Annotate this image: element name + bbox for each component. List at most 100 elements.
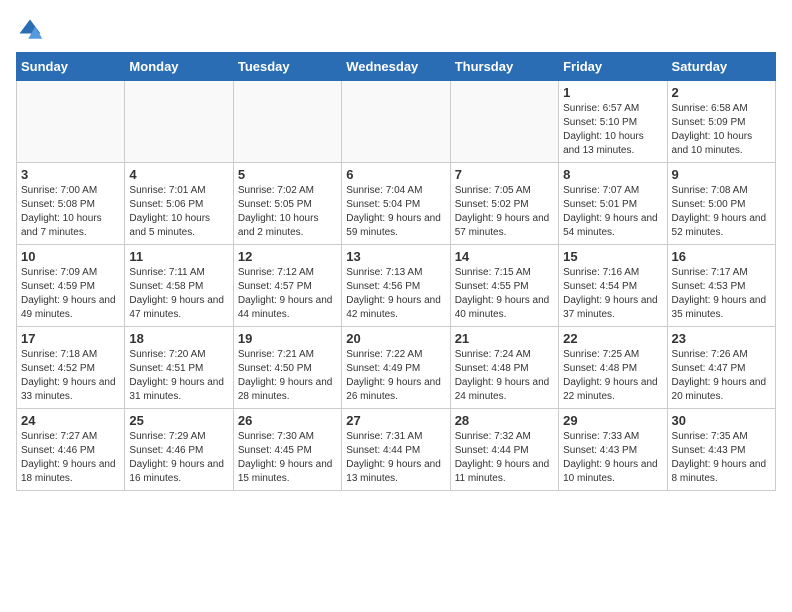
day-info: Sunrise: 7:24 AM Sunset: 4:48 PM Dayligh… — [455, 348, 554, 404]
day-info: Sunrise: 7:26 AM Sunset: 4:47 PM Dayligh… — [672, 348, 771, 404]
day-number: 8 — [563, 167, 662, 182]
day-info: Sunrise: 7:07 AM Sunset: 5:01 PM Dayligh… — [563, 184, 662, 240]
day-info: Sunrise: 7:04 AM Sunset: 5:04 PM Dayligh… — [346, 184, 445, 240]
day-info: Sunrise: 7:33 AM Sunset: 4:43 PM Dayligh… — [563, 430, 662, 486]
calendar-cell: 12Sunrise: 7:12 AM Sunset: 4:57 PM Dayli… — [233, 245, 341, 327]
calendar-cell: 19 Sunrise: 7:21 AM Sunset: 4:50 PM Dayli… — [233, 327, 341, 409]
calendar-cell: 29 Sunrise: 7:33 AM Sunset: 4:43 PM Dayli… — [559, 409, 667, 491]
day-info: Sunrise: 7:20 AM Sunset: 4:51 PM Dayligh… — [129, 348, 228, 404]
day-number: 2 — [672, 85, 771, 100]
day-info: Sunrise: 7:17 AM Sunset: 4:53 PM Dayligh… — [672, 266, 771, 322]
day-info: Sunrise: 7:09 AM Sunset: 4:59 PM Dayligh… — [21, 266, 120, 322]
day-info: Sunrise: 6:57 AM Sunset: 5:10 PM Dayligh… — [563, 102, 662, 158]
day-number: 30 — [672, 413, 771, 428]
day-info: Sunrise: 7:05 AM Sunset: 5:02 PM Dayligh… — [455, 184, 554, 240]
calendar-cell — [450, 81, 558, 163]
day-number: 14 — [455, 249, 554, 264]
calendar-week-3: 10 Sunrise: 7:09 AM Sunset: 4:59 PM Dayli… — [17, 245, 776, 327]
calendar-cell: 28 Sunrise: 7:32 AM Sunset: 4:44 PM Dayli… — [450, 409, 558, 491]
day-info: Sunrise: 6:58 AM Sunset: 5:09 PM Dayligh… — [672, 102, 771, 158]
day-info: Sunrise: 7:30 AM Sunset: 4:45 PM Dayligh… — [238, 430, 337, 486]
day-info: Sunrise: 7:27 AM Sunset: 4:46 PM Dayligh… — [21, 430, 120, 486]
calendar-cell: 17 Sunrise: 7:18 AM Sunset: 4:52 PM Dayli… — [17, 327, 125, 409]
calendar-week-1: 1 Sunrise: 6:57 AM Sunset: 5:10 PM Daylig… — [17, 81, 776, 163]
calendar-cell — [125, 81, 233, 163]
day-number: 9 — [672, 167, 771, 182]
calendar-cell: 7 Sunrise: 7:05 AM Sunset: 5:02 PM Daylig… — [450, 163, 558, 245]
day-number: 19 — [238, 331, 337, 346]
day-info: Sunrise: 7:15 AM Sunset: 4:55 PM Dayligh… — [455, 266, 554, 322]
calendar-cell: 6Sunrise: 7:04 AM Sunset: 5:04 PM Daylig… — [342, 163, 450, 245]
logo — [16, 16, 48, 44]
day-info: Sunrise: 7:13 AM Sunset: 4:56 PM Dayligh… — [346, 266, 445, 322]
logo-icon — [16, 16, 44, 44]
day-info: Sunrise: 7:18 AM Sunset: 4:52 PM Dayligh… — [21, 348, 120, 404]
calendar-cell: 24 Sunrise: 7:27 AM Sunset: 4:46 PM Dayli… — [17, 409, 125, 491]
calendar-cell: 10 Sunrise: 7:09 AM Sunset: 4:59 PM Dayli… — [17, 245, 125, 327]
col-header-wednesday: Wednesday — [342, 53, 450, 81]
day-number: 5 — [238, 167, 337, 182]
col-header-sunday: Sunday — [17, 53, 125, 81]
day-number: 23 — [672, 331, 771, 346]
col-header-thursday: Thursday — [450, 53, 558, 81]
calendar-cell: 22 Sunrise: 7:25 AM Sunset: 4:48 PM Dayli… — [559, 327, 667, 409]
calendar-cell: 5Sunrise: 7:02 AM Sunset: 5:05 PM Daylig… — [233, 163, 341, 245]
calendar-cell: 21 Sunrise: 7:24 AM Sunset: 4:48 PM Dayli… — [450, 327, 558, 409]
day-number: 3 — [21, 167, 120, 182]
calendar-cell: 16 Sunrise: 7:17 AM Sunset: 4:53 PM Dayli… — [667, 245, 775, 327]
day-number: 21 — [455, 331, 554, 346]
calendar-cell: 13 Sunrise: 7:13 AM Sunset: 4:56 PM Dayli… — [342, 245, 450, 327]
day-number: 20 — [346, 331, 445, 346]
calendar-cell: 9 Sunrise: 7:08 AM Sunset: 5:00 PM Daylig… — [667, 163, 775, 245]
day-number: 22 — [563, 331, 662, 346]
day-info: Sunrise: 7:31 AM Sunset: 4:44 PM Dayligh… — [346, 430, 445, 486]
calendar-cell: 14 Sunrise: 7:15 AM Sunset: 4:55 PM Dayli… — [450, 245, 558, 327]
col-header-tuesday: Tuesday — [233, 53, 341, 81]
calendar-week-4: 17 Sunrise: 7:18 AM Sunset: 4:52 PM Dayli… — [17, 327, 776, 409]
calendar-cell — [233, 81, 341, 163]
calendar-header-row: SundayMondayTuesdayWednesdayThursdayFrid… — [17, 53, 776, 81]
calendar-cell: 26Sunrise: 7:30 AM Sunset: 4:45 PM Dayli… — [233, 409, 341, 491]
calendar-cell: 1 Sunrise: 6:57 AM Sunset: 5:10 PM Daylig… — [559, 81, 667, 163]
calendar-cell: 11Sunrise: 7:11 AM Sunset: 4:58 PM Dayli… — [125, 245, 233, 327]
day-number: 25 — [129, 413, 228, 428]
calendar-cell: 4Sunrise: 7:01 AM Sunset: 5:06 PM Daylig… — [125, 163, 233, 245]
day-number: 10 — [21, 249, 120, 264]
calendar-cell: 30 Sunrise: 7:35 AM Sunset: 4:43 PM Dayli… — [667, 409, 775, 491]
calendar-cell: 20 Sunrise: 7:22 AM Sunset: 4:49 PM Dayli… — [342, 327, 450, 409]
calendar-cell — [342, 81, 450, 163]
day-info: Sunrise: 7:32 AM Sunset: 4:44 PM Dayligh… — [455, 430, 554, 486]
day-number: 7 — [455, 167, 554, 182]
day-number: 16 — [672, 249, 771, 264]
day-info: Sunrise: 7:11 AM Sunset: 4:58 PM Dayligh… — [129, 266, 228, 322]
day-number: 13 — [346, 249, 445, 264]
day-number: 1 — [563, 85, 662, 100]
calendar-cell: 23 Sunrise: 7:26 AM Sunset: 4:47 PM Dayli… — [667, 327, 775, 409]
calendar-cell: 25 Sunrise: 7:29 AM Sunset: 4:46 PM Dayli… — [125, 409, 233, 491]
col-header-saturday: Saturday — [667, 53, 775, 81]
day-info: Sunrise: 7:16 AM Sunset: 4:54 PM Dayligh… — [563, 266, 662, 322]
calendar-cell: 18 Sunrise: 7:20 AM Sunset: 4:51 PM Dayli… — [125, 327, 233, 409]
calendar-week-2: 3 Sunrise: 7:00 AM Sunset: 5:08 PM Daylig… — [17, 163, 776, 245]
page-header — [16, 16, 776, 44]
day-number: 29 — [563, 413, 662, 428]
calendar-cell: 8 Sunrise: 7:07 AM Sunset: 5:01 PM Daylig… — [559, 163, 667, 245]
calendar-cell: 15Sunrise: 7:16 AM Sunset: 4:54 PM Dayli… — [559, 245, 667, 327]
day-info: Sunrise: 7:29 AM Sunset: 4:46 PM Dayligh… — [129, 430, 228, 486]
day-info: Sunrise: 7:22 AM Sunset: 4:49 PM Dayligh… — [346, 348, 445, 404]
calendar-cell: 27 Sunrise: 7:31 AM Sunset: 4:44 PM Dayli… — [342, 409, 450, 491]
day-number: 17 — [21, 331, 120, 346]
calendar-cell: 3 Sunrise: 7:00 AM Sunset: 5:08 PM Daylig… — [17, 163, 125, 245]
day-number: 28 — [455, 413, 554, 428]
calendar-cell: 2 Sunrise: 6:58 AM Sunset: 5:09 PM Daylig… — [667, 81, 775, 163]
day-info: Sunrise: 7:08 AM Sunset: 5:00 PM Dayligh… — [672, 184, 771, 240]
day-info: Sunrise: 7:25 AM Sunset: 4:48 PM Dayligh… — [563, 348, 662, 404]
day-number: 27 — [346, 413, 445, 428]
day-number: 4 — [129, 167, 228, 182]
day-info: Sunrise: 7:21 AM Sunset: 4:50 PM Dayligh… — [238, 348, 337, 404]
day-number: 24 — [21, 413, 120, 428]
col-header-friday: Friday — [559, 53, 667, 81]
day-info: Sunrise: 7:00 AM Sunset: 5:08 PM Dayligh… — [21, 184, 120, 240]
day-info: Sunrise: 7:35 AM Sunset: 4:43 PM Dayligh… — [672, 430, 771, 486]
day-number: 18 — [129, 331, 228, 346]
